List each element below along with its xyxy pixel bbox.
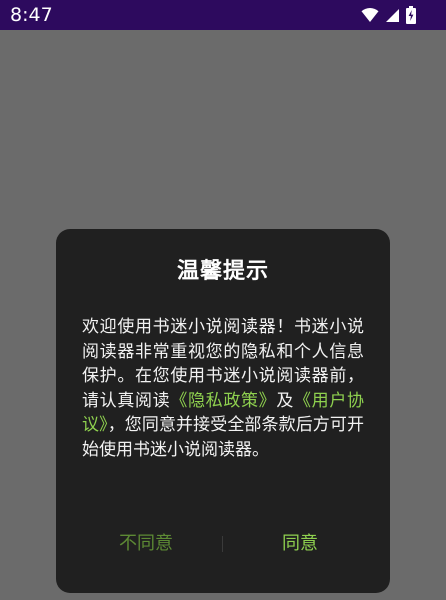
dialog-message: 欢迎使用书迷小说阅读器！书迷小说阅读器非常重视您的隐私和个人信息保护。在您使用书… — [82, 315, 364, 462]
dialog-actions: 不同意 同意 — [56, 529, 390, 559]
battery-charging-icon — [406, 6, 416, 24]
agree-button[interactable]: 同意 — [240, 529, 360, 559]
status-bar: 8:47 — [0, 0, 446, 30]
message-text-and: 及 — [276, 390, 295, 411]
message-text-outro: ，您同意并接受全部条款后方可开始使用书迷小说阅读器。 — [82, 415, 364, 460]
cellular-signal-icon — [385, 8, 400, 23]
status-time: 8:47 — [10, 4, 53, 26]
status-icons — [361, 5, 416, 25]
privacy-dialog: 温馨提示 欢迎使用书迷小说阅读器！书迷小说阅读器非常重视您的隐私和个人信息保护。… — [56, 229, 390, 593]
disagree-button[interactable]: 不同意 — [86, 529, 206, 559]
privacy-policy-link[interactable]: 《隐私政策》 — [170, 391, 276, 411]
wifi-icon — [361, 7, 379, 23]
dialog-title: 温馨提示 — [176, 259, 269, 284]
button-divider — [222, 536, 223, 552]
